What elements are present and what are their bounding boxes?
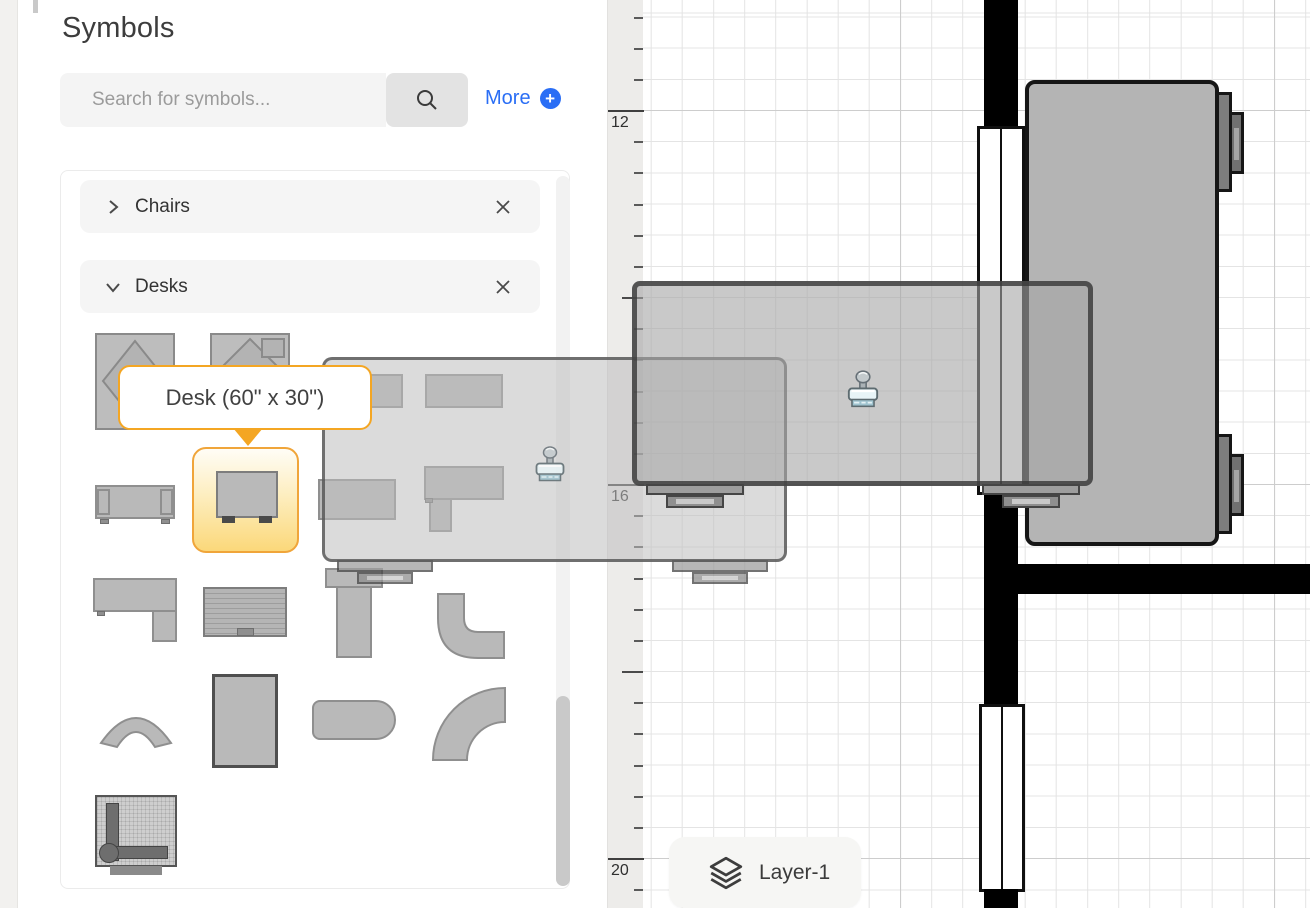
ruler-tick	[634, 172, 643, 174]
window-lower[interactable]	[979, 704, 1025, 892]
ruler-tick	[634, 640, 643, 642]
ruler-tick	[634, 204, 643, 206]
close-icon[interactable]	[494, 198, 512, 216]
symbol-drafting-table[interactable]	[95, 795, 177, 875]
stamp-cursor-icon	[842, 368, 884, 410]
symbol-desk-60x30-selected[interactable]	[192, 447, 299, 553]
window-mullion	[1001, 707, 1003, 889]
section-desks[interactable]: Desks	[80, 260, 540, 313]
layer-button[interactable]: Layer-1	[669, 837, 861, 908]
wall-vertical-middle[interactable]	[984, 492, 1018, 706]
symbol-table-rounded-end[interactable]	[312, 700, 396, 740]
ruler-tick	[634, 266, 643, 268]
layers-icon	[707, 854, 745, 892]
symbol-table-rectangular[interactable]	[212, 674, 278, 768]
ruler-tick	[634, 609, 643, 611]
layer-button-label: Layer-1	[759, 861, 830, 885]
desk-foot	[1234, 470, 1239, 502]
tooltip-arrow	[233, 428, 263, 446]
ruler-tick	[634, 702, 643, 704]
symbol-desk-arc-segment[interactable]	[95, 697, 177, 749]
section-chairs[interactable]: Chairs	[80, 180, 540, 233]
symbol-desk-curved-return[interactable]	[432, 592, 506, 660]
more-label: More	[485, 87, 531, 110]
ruler-tick	[634, 17, 643, 19]
ruler-tick	[634, 578, 643, 580]
wall-vertical-top[interactable]	[984, 0, 1018, 128]
desk-foot	[1234, 128, 1239, 160]
ruler-label: 12	[611, 114, 629, 132]
ruler-tick	[634, 235, 643, 237]
scrollbar-fragment	[33, 0, 38, 13]
ruler-tick	[634, 141, 643, 143]
symbol-desk-l-left[interactable]	[93, 578, 177, 644]
close-icon[interactable]	[494, 278, 512, 296]
ruler-tick	[634, 796, 643, 798]
symbol-desk-quarter-round[interactable]	[425, 680, 510, 762]
ruler-tick	[608, 110, 644, 112]
grid-major-line	[1274, 0, 1275, 908]
ruler-label: 20	[611, 862, 629, 880]
panel-scrollbar-thumb[interactable]	[556, 696, 570, 886]
chevron-right-icon[interactable]	[104, 198, 122, 216]
ruler-tick	[634, 889, 643, 891]
tooltip-text: Desk (60" x 30")	[166, 385, 325, 411]
panel-title: Symbols	[62, 12, 175, 45]
ruler-tick	[608, 858, 644, 860]
chevron-down-icon[interactable]	[104, 278, 122, 296]
ruler-tick	[634, 79, 643, 81]
ruler-tick	[634, 827, 643, 829]
ruler-tick	[634, 48, 643, 50]
symbol-credenza-pedestals[interactable]	[95, 485, 175, 525]
more-shapes-link[interactable]: More +	[485, 87, 561, 110]
section-label: Desks	[135, 276, 188, 298]
wall-vertical-bottom[interactable]	[984, 889, 1018, 908]
section-label: Chairs	[135, 196, 190, 218]
wall-horizontal[interactable]	[1016, 564, 1310, 594]
plus-circle-icon: +	[540, 88, 561, 109]
search-input[interactable]	[60, 73, 386, 127]
symbol-tambour-cabinet[interactable]	[203, 587, 287, 637]
search-button[interactable]	[386, 73, 468, 127]
ruler-tick	[622, 671, 643, 673]
ruler-tick	[634, 733, 643, 735]
ruler-tick	[634, 765, 643, 767]
search-icon	[414, 87, 440, 113]
app-edge-strip	[0, 0, 18, 908]
symbol-tooltip: Desk (60" x 30")	[118, 365, 372, 430]
stamp-cursor-icon	[530, 444, 570, 484]
